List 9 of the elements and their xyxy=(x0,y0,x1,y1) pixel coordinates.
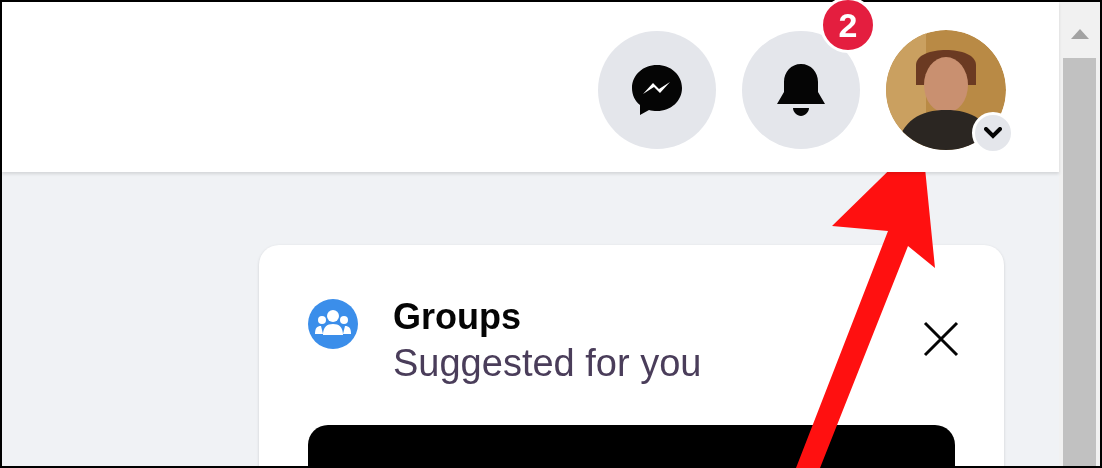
messenger-icon xyxy=(630,63,684,117)
notification-badge: 2 xyxy=(820,0,876,53)
card-title: Groups xyxy=(393,295,522,339)
card-subtitle: Suggested for you xyxy=(393,341,703,386)
scrollbar[interactable] xyxy=(1059,2,1100,466)
groups-icon xyxy=(308,299,358,349)
close-icon xyxy=(923,321,959,357)
bell-icon xyxy=(775,62,827,118)
chevron-down-icon xyxy=(984,127,1002,139)
